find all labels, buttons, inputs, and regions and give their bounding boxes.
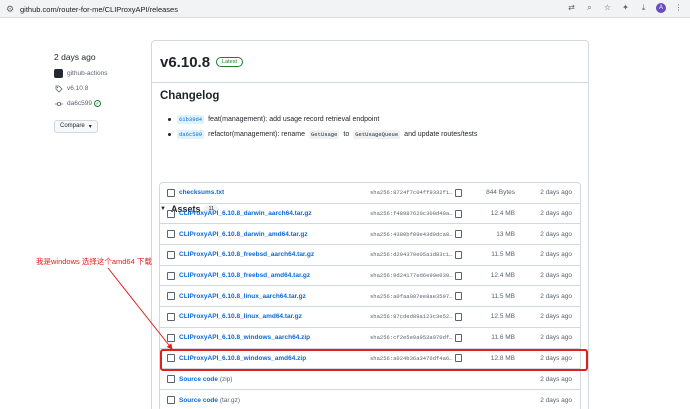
annotation-arrow — [107, 267, 173, 350]
